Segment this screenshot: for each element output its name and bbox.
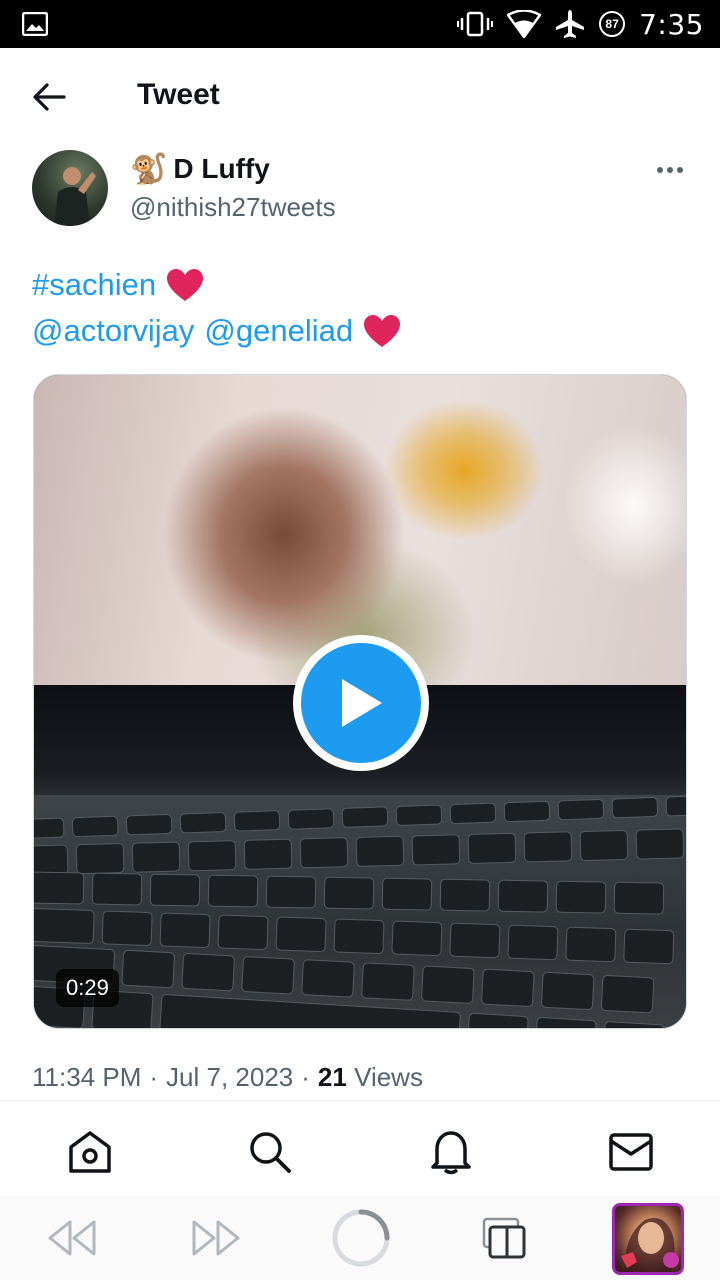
tweet-date[interactable]: Jul 7, 2023	[166, 1062, 293, 1093]
loading-icon[interactable]	[330, 1209, 392, 1267]
avatar[interactable]	[32, 150, 108, 226]
rewind-icon[interactable]	[44, 1210, 100, 1266]
heart-emoji-icon	[167, 269, 204, 301]
display-name[interactable]: D Luffy	[173, 153, 269, 185]
battery-saver-icon: 87	[599, 11, 626, 37]
play-button[interactable]	[293, 635, 429, 771]
page-title: Tweet	[137, 78, 220, 111]
status-bar: 87 7:35	[0, 0, 720, 48]
tweet-header: Tweet	[0, 48, 720, 144]
tweet-text: #sachien @actorvijay @geneliad	[32, 262, 692, 354]
views: 21 Views	[318, 1062, 423, 1093]
thumbnail[interactable]	[612, 1203, 684, 1275]
vibrate-icon	[457, 11, 494, 37]
mention-link[interactable]: @geneliad	[204, 308, 353, 354]
fast-forward-icon[interactable]	[188, 1210, 244, 1266]
clock: 7:35	[639, 7, 704, 41]
video-frame-keyboard	[34, 795, 686, 1028]
tabs-icon[interactable]	[478, 1210, 530, 1266]
search-icon[interactable]	[247, 1129, 293, 1175]
home-icon[interactable]	[67, 1129, 113, 1175]
tweet-time[interactable]: 11:34 PM	[32, 1062, 141, 1093]
airplane-icon	[556, 10, 585, 38]
user-handle[interactable]: @nithish27tweets	[130, 192, 336, 223]
video-duration: 0:29	[56, 969, 119, 1007]
views-count: 21	[317, 1062, 347, 1092]
monkey-emoji: 🐒	[130, 152, 168, 186]
more-options-icon[interactable]	[650, 158, 690, 182]
mail-icon[interactable]	[608, 1129, 654, 1175]
heart-emoji-icon	[364, 315, 401, 347]
image-icon	[22, 12, 48, 36]
bottom-nav	[0, 1100, 720, 1196]
separator: ·	[301, 1062, 310, 1092]
arrow-left-icon[interactable]	[30, 80, 70, 114]
play-icon	[342, 679, 382, 727]
tweet-meta: 11:34 PM · Jul 7, 2023 · 21 Views	[32, 1062, 423, 1093]
mention-link[interactable]: @actorvijay	[32, 308, 194, 354]
views-label: Views	[354, 1062, 423, 1092]
video-player[interactable]: 0:29	[33, 374, 687, 1029]
bell-icon[interactable]	[428, 1129, 474, 1175]
author-name-row[interactable]: 🐒 D Luffy	[130, 151, 270, 187]
wifi-icon	[507, 10, 542, 38]
separator: ·	[149, 1062, 159, 1092]
hashtag-link[interactable]: #sachien	[32, 262, 156, 308]
